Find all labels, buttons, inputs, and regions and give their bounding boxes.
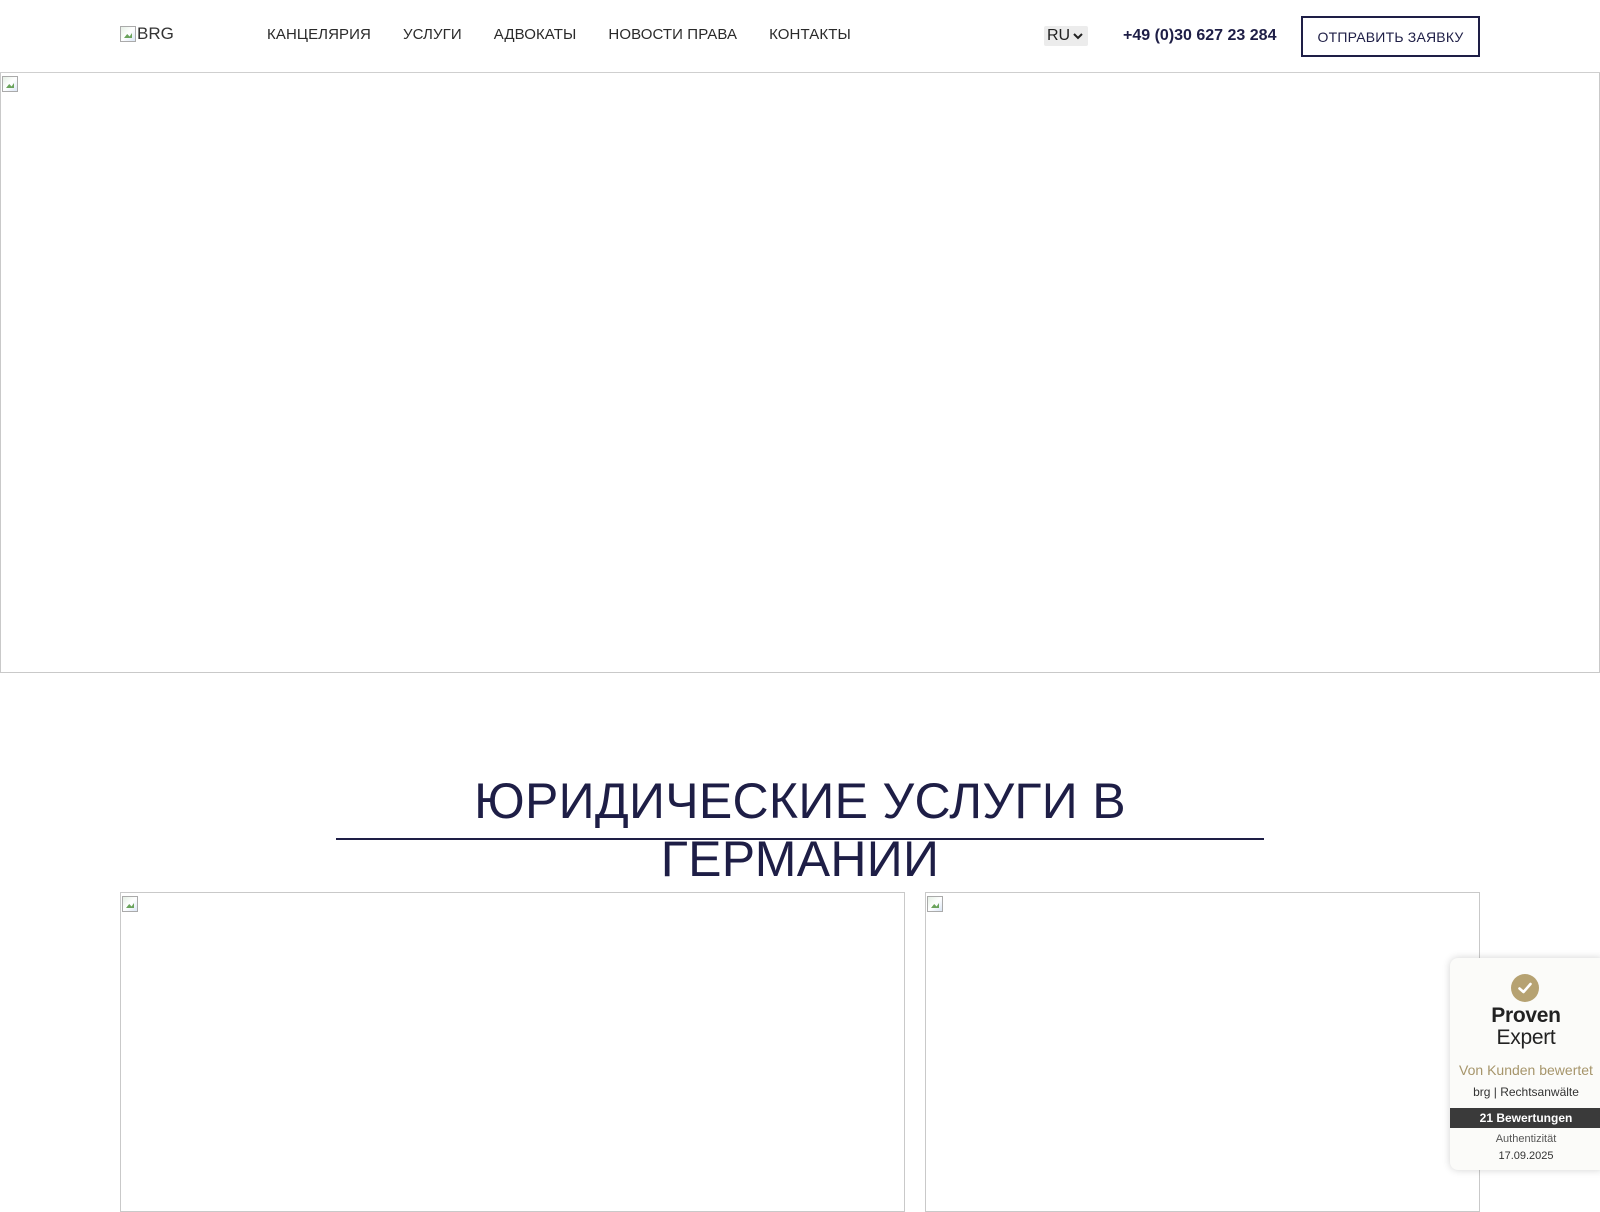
- service-card-image[interactable]: [925, 892, 1480, 1212]
- broken-image-icon: [120, 26, 136, 42]
- nav-item-services[interactable]: УСЛУГИ: [403, 26, 462, 43]
- proven-expert-widget[interactable]: Proven Expert Von Kunden bewertet brg | …: [1450, 958, 1600, 1170]
- title-underline: [336, 838, 1264, 840]
- broken-image-icon: [122, 896, 138, 912]
- send-request-button[interactable]: ОТПРАВИТЬ ЗАЯВКУ: [1301, 16, 1480, 57]
- widget-company: brg | Rechtsanwälte: [1473, 1085, 1579, 1099]
- logo-alt-text: BRG: [137, 24, 174, 43]
- chevron-down-icon: [1073, 31, 1083, 43]
- nav-item-lawyers[interactable]: АДВОКАТЫ: [494, 26, 577, 43]
- widget-tagline: Von Kunden bewertet: [1459, 1062, 1593, 1078]
- nav-item-chancellery[interactable]: КАНЦЕЛЯРИЯ: [267, 26, 371, 43]
- nav-item-contacts[interactable]: КОНТАКТЫ: [769, 26, 851, 43]
- hero-image: [0, 73, 1600, 673]
- site-header: BRG КАНЦЕЛЯРИЯ УСЛУГИ АДВОКАТЫ НОВОСТИ П…: [0, 0, 1600, 73]
- nav-item-legal-news[interactable]: НОВОСТИ ПРАВА: [608, 26, 737, 43]
- widget-date: 17.09.2025: [1498, 1150, 1554, 1162]
- language-value: RU: [1047, 27, 1071, 44]
- section-title: ЮРИДИЧЕСКИЕ УСЛУГИ В ГЕРМАНИИ: [474, 773, 1126, 887]
- broken-image-icon: [927, 896, 943, 912]
- widget-brand-line2: Expert: [1496, 1026, 1556, 1049]
- check-icon: [1511, 974, 1539, 1002]
- main-nav: КАНЦЕЛЯРИЯ УСЛУГИ АДВОКАТЫ НОВОСТИ ПРАВА…: [267, 26, 851, 43]
- widget-review-count: 21 Bewertungen: [1450, 1108, 1600, 1128]
- phone-link[interactable]: +49 (0)30 627 23 284: [1123, 27, 1276, 45]
- language-select[interactable]: RU: [1044, 26, 1088, 46]
- broken-image-icon: [2, 76, 18, 92]
- widget-brand-line1: Proven: [1491, 1004, 1561, 1027]
- logo-link[interactable]: BRG: [120, 24, 174, 44]
- widget-authenticity: Authentizität: [1495, 1133, 1557, 1145]
- service-card-image[interactable]: [120, 892, 905, 1212]
